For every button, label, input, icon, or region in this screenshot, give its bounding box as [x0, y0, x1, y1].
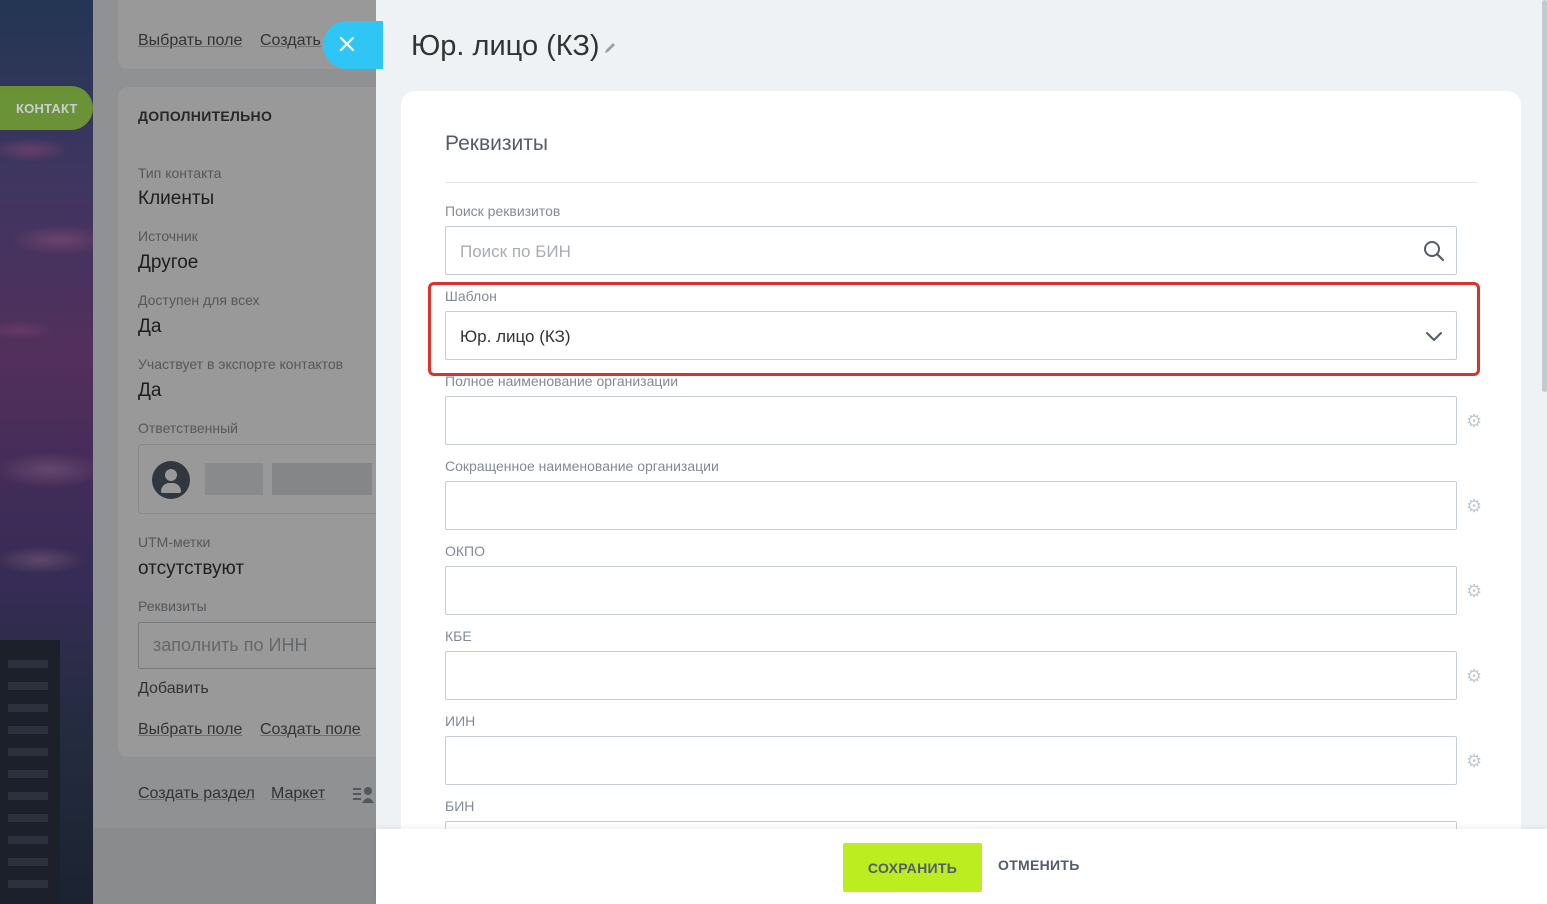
- gear-icon[interactable]: ⚙: [1466, 667, 1484, 685]
- search-requisites-label: Поиск реквизитов: [445, 203, 561, 219]
- search-placeholder: Поиск по БИН: [460, 242, 571, 261]
- gear-icon[interactable]: ⚙: [1466, 412, 1484, 430]
- short-name-label: Сокращенное наименование организации: [445, 458, 719, 474]
- okpo-input[interactable]: [445, 566, 1457, 615]
- contact-tab[interactable]: КОНТАКТ: [0, 86, 93, 130]
- gear-icon[interactable]: ⚙: [1466, 582, 1484, 600]
- short-name-input[interactable]: [445, 481, 1457, 530]
- overlay-dim[interactable]: [0, 0, 376, 904]
- okpo-label: ОКПО: [445, 543, 485, 559]
- iin-input[interactable]: [445, 736, 1457, 785]
- scrollbar[interactable]: [1542, 0, 1547, 392]
- full-name-input[interactable]: [445, 396, 1457, 445]
- page-title: Юр. лицо (КЗ): [411, 30, 600, 62]
- kbe-input[interactable]: [445, 651, 1457, 700]
- close-icon: [339, 31, 355, 59]
- gear-icon[interactable]: ⚙: [1466, 497, 1484, 515]
- save-button[interactable]: СОХРАНИТЬ: [843, 843, 982, 892]
- close-button[interactable]: [323, 21, 383, 69]
- iin-label: ИИН: [445, 713, 476, 729]
- search-input[interactable]: Поиск по БИН: [445, 226, 1457, 275]
- search-icon[interactable]: [1422, 239, 1446, 263]
- pencil-icon[interactable]: [602, 40, 618, 56]
- gear-icon[interactable]: ⚙: [1466, 752, 1484, 770]
- kbe-label: КБЕ: [445, 628, 472, 644]
- section-title: Реквизиты: [445, 132, 548, 155]
- highlight-frame: [428, 282, 1480, 376]
- full-name-label: Полное наименование организации: [445, 373, 679, 389]
- bin-label: БИН: [445, 798, 475, 814]
- cancel-button[interactable]: ОТМЕНИТЬ: [998, 857, 1080, 873]
- divider: [445, 182, 1477, 183]
